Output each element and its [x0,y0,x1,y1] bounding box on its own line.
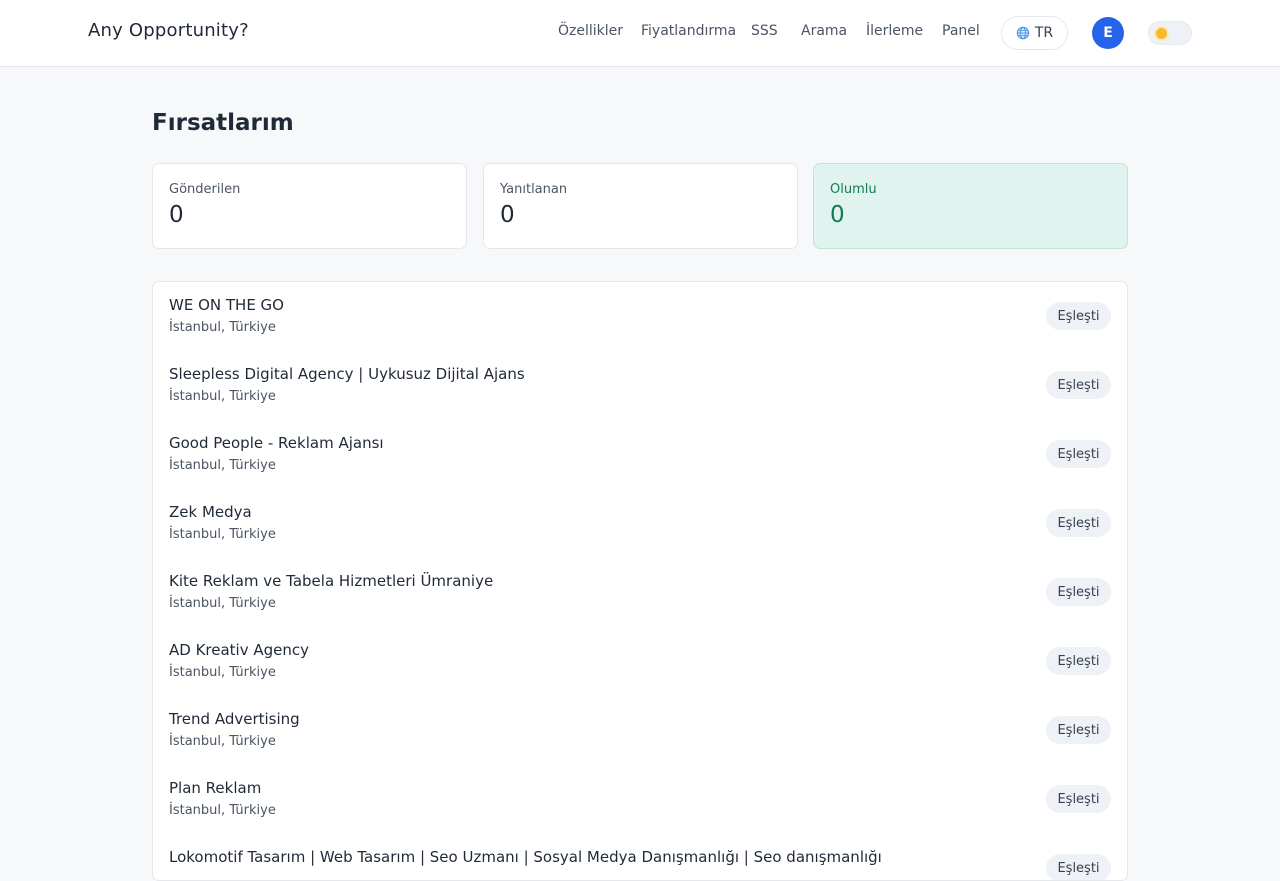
list-item[interactable]: Plan Reklam İstanbul, Türkiye Eşleşti [153,765,1127,834]
matched-badge[interactable]: Eşleşti [1046,854,1111,880]
opportunity-name: Sleepless Digital Agency | Uykusuz Dijit… [169,365,525,383]
nav-dashboard[interactable]: Panel [942,23,980,39]
list-item[interactable]: Kite Reklam ve Tabela Hizmetleri Ümraniy… [153,558,1127,627]
opportunity-name: Zek Medya [169,503,252,521]
theme-toggle[interactable] [1148,21,1192,45]
nav-progress[interactable]: İlerleme [866,23,923,39]
list-item[interactable]: Zek Medya İstanbul, Türkiye Eşleşti [153,489,1127,558]
sun-icon [1156,28,1167,39]
stat-card-replied: Yanıtlanan 0 [483,163,798,249]
nav-features[interactable]: Özellikler [558,23,623,39]
opportunity-location: İstanbul, Türkiye [169,527,276,542]
stat-label: Gönderilen [169,182,241,197]
matched-badge[interactable]: Eşleşti [1046,578,1111,606]
stat-label: Yanıtlanan [500,182,568,197]
stat-value: 0 [830,202,845,228]
matched-badge[interactable]: Eşleşti [1046,371,1111,399]
opportunity-name: Lokomotif Tasarım | Web Tasarım | Seo Uz… [169,848,882,866]
opportunity-name: WE ON THE GO [169,296,284,314]
user-avatar[interactable]: E [1092,17,1124,49]
language-selector-button[interactable]: TR [1001,16,1068,50]
matched-badge[interactable]: Eşleşti [1046,716,1111,744]
list-item[interactable]: AD Kreativ Agency İstanbul, Türkiye Eşle… [153,627,1127,696]
list-item[interactable]: Good People - Reklam Ajansı İstanbul, Tü… [153,420,1127,489]
nav-search[interactable]: Arama [801,23,847,39]
list-item[interactable]: WE ON THE GO İstanbul, Türkiye Eşleşti [153,282,1127,351]
nav-faq[interactable]: SSS [751,23,778,39]
list-item[interactable]: Trend Advertising İstanbul, Türkiye Eşle… [153,696,1127,765]
matched-badge[interactable]: Eşleşti [1046,509,1111,537]
stat-value: 0 [500,202,515,228]
opportunity-list: WE ON THE GO İstanbul, Türkiye Eşleşti S… [152,281,1128,881]
opportunity-location: İstanbul, Türkiye [169,734,276,749]
matched-badge[interactable]: Eşleşti [1046,647,1111,675]
top-navigation-bar: Any Opportunity? Özellikler Fiyatlandırm… [0,0,1280,67]
opportunity-location: İstanbul, Türkiye [169,458,276,473]
opportunity-name: AD Kreativ Agency [169,641,310,659]
opportunity-location: İstanbul, Türkiye [169,665,276,680]
matched-badge[interactable]: Eşleşti [1046,440,1111,468]
list-item[interactable]: Sleepless Digital Agency | Uykusuz Dijit… [153,351,1127,420]
opportunity-location: İstanbul, Türkiye [169,320,276,335]
opportunity-name: Trend Advertising [169,710,300,728]
stat-card-sent: Gönderilen 0 [152,163,467,249]
matched-badge[interactable]: Eşleşti [1046,302,1111,330]
nav-pricing[interactable]: Fiyatlandırma [641,23,736,39]
opportunity-location: İstanbul, Türkiye [169,596,276,611]
opportunity-location: İstanbul, Türkiye [169,389,276,404]
stat-card-positive: Olumlu 0 [813,163,1128,249]
list-item[interactable]: Lokomotif Tasarım | Web Tasarım | Seo Uz… [153,834,1127,880]
globe-icon [1016,26,1030,40]
stat-label: Olumlu [830,182,877,197]
matched-badge[interactable]: Eşleşti [1046,785,1111,813]
opportunity-name: Kite Reklam ve Tabela Hizmetleri Ümraniy… [169,572,494,590]
page-title: Fırsatlarım [152,110,294,136]
opportunity-name: Plan Reklam [169,779,262,797]
language-code: TR [1034,25,1054,41]
opportunity-name: Good People - Reklam Ajansı [169,434,384,452]
opportunity-location: İstanbul, Türkiye [169,803,276,818]
main-nav: Özellikler Fiyatlandırma SSS Arama İlerl… [0,0,1280,67]
stat-value: 0 [169,202,184,228]
